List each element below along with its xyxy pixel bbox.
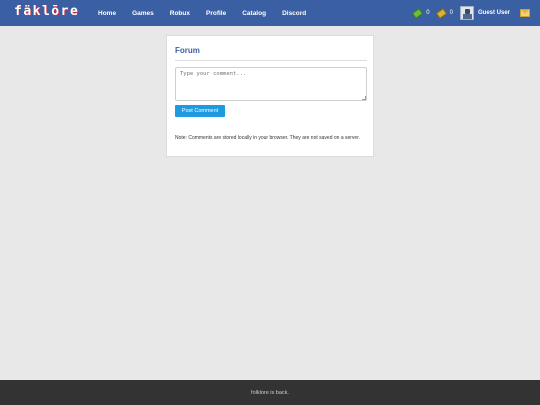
avatar-icon[interactable]	[459, 6, 474, 20]
tix-count: 0	[449, 10, 453, 16]
post-comment-button[interactable]: Post Comment	[175, 105, 225, 117]
footer-text: folklore is back.	[251, 389, 289, 396]
nav-home-link[interactable]: Home	[98, 10, 116, 17]
site-logo[interactable]: fäklōre	[14, 4, 79, 19]
nav-games-link[interactable]: Games	[132, 10, 154, 17]
storage-note: Note: Comments are stored locally in you…	[175, 135, 360, 141]
username-label[interactable]: Guest User	[478, 10, 510, 16]
top-navigation-bar: fäklōre Home Games Robux Profile Catalog…	[0, 0, 540, 26]
resize-handle[interactable]	[362, 96, 366, 100]
title-divider	[175, 60, 367, 61]
forum-panel: Forum Post Comment Note: Comments are st…	[166, 35, 374, 157]
site-footer: folklore is back.	[0, 380, 540, 405]
comment-input[interactable]	[175, 67, 367, 101]
user-tools: 0 0 Guest User	[412, 0, 530, 26]
nav-robux-link[interactable]: Robux	[170, 10, 190, 17]
main-nav: Home Games Robux Profile Catalog Discord	[98, 0, 322, 26]
robux-count: 0	[426, 10, 430, 16]
tix-icon[interactable]	[435, 7, 447, 19]
avatar-torso	[462, 14, 472, 19]
mail-icon[interactable]	[520, 9, 530, 17]
nav-catalog-link[interactable]: Catalog	[242, 10, 266, 17]
nav-discord-link[interactable]: Discord	[282, 10, 306, 17]
forum-title: Forum	[175, 46, 200, 55]
nav-profile-link[interactable]: Profile	[206, 10, 226, 17]
robux-icon[interactable]	[412, 7, 424, 19]
